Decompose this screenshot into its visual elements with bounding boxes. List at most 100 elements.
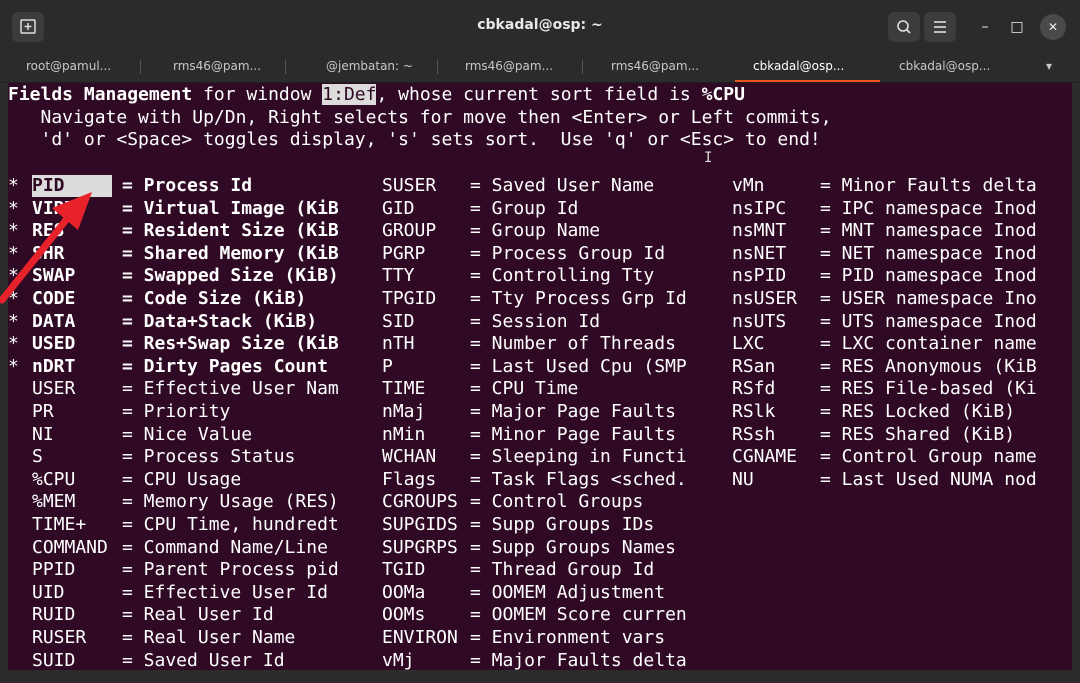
field-name[interactable]: COMMAND [32, 537, 108, 559]
field-name[interactable]: PGRP [382, 243, 425, 265]
close-button[interactable]: ✕ [1040, 14, 1066, 40]
text-cursor-icon: I [704, 150, 713, 166]
tab-4[interactable]: rms46@pam... [465, 52, 565, 82]
field-name[interactable]: RSfd [732, 378, 775, 400]
sort-field: %CPU [701, 84, 745, 105]
field-name[interactable]: TIME+ [32, 514, 86, 536]
field-name[interactable]: SUPGRPS [382, 537, 458, 559]
field-name[interactable]: nsPID [732, 265, 786, 287]
field-name[interactable]: nDRT [32, 356, 75, 378]
field-name[interactable]: LXC [732, 333, 765, 355]
field-name[interactable]: TIME [382, 378, 425, 400]
field-name[interactable]: nMaj [382, 401, 425, 423]
header-line-3: 'd' or <Space> toggles display, 's' sets… [8, 129, 821, 150]
field-name[interactable]: WCHAN [382, 446, 436, 468]
field-name[interactable]: DATA [32, 311, 75, 333]
field-name[interactable]: GID [382, 198, 415, 220]
tab-2[interactable]: rms46@pam... [173, 52, 273, 82]
field-name[interactable]: nTH [382, 333, 415, 355]
field-name[interactable]: RSan [732, 356, 775, 378]
field-description: = RES Locked (KiB) [820, 401, 1016, 422]
field-description: = Supp Groups IDs [470, 514, 655, 535]
field-name[interactable]: SID [382, 311, 415, 333]
tab-separator [582, 60, 583, 74]
field-name[interactable]: PPID [32, 559, 75, 581]
field-description: = Effective User Nam [122, 378, 339, 400]
field-name[interactable]: Flags [382, 469, 436, 491]
field-name[interactable]: SUPGIDS [382, 514, 458, 536]
active-tab-indicator [735, 80, 880, 82]
field-name[interactable]: RUSER [32, 627, 86, 649]
field-name[interactable]: TTY [382, 265, 415, 287]
tab-bar: root@pamul... rms46@pam... @jembatan: ~ … [0, 52, 1080, 83]
field-name[interactable]: NI [32, 424, 54, 446]
field-name[interactable]: USER [32, 378, 75, 400]
field-description: = Res+Swap Size (KiB [122, 333, 339, 355]
field-name[interactable]: RSsh [732, 424, 775, 446]
field-name[interactable]: TPGID [382, 288, 436, 310]
field-name[interactable]: CGROUPS [382, 491, 458, 513]
field-name[interactable]: S [32, 446, 43, 468]
field-enabled-mark: * [8, 333, 19, 355]
field-name[interactable]: USED [32, 333, 75, 355]
field-description: = Parent Process pid [122, 559, 339, 581]
field-name[interactable]: UID [32, 582, 65, 604]
tab-dropdown-icon[interactable]: ▾ [1046, 52, 1066, 82]
window-bottom-edge [0, 670, 1080, 683]
header-text: for window [192, 84, 323, 105]
field-description: = Group Id [470, 197, 579, 219]
field-description: = Dirty Pages Count [122, 355, 328, 377]
field-name[interactable]: nsMNT [732, 220, 786, 242]
field-name[interactable]: nsUSER [732, 288, 797, 310]
field-description: = Nice Value [122, 423, 253, 445]
tab-1[interactable]: root@pamul... [26, 52, 126, 82]
field-description: = Effective User Id [122, 581, 328, 603]
field-name[interactable]: OOMa [382, 582, 425, 604]
tab-separator [140, 60, 141, 74]
menu-button[interactable] [924, 12, 956, 42]
terminal-view[interactable]: Fields Management for window 1:Def, whos… [8, 83, 1072, 670]
field-description: = Control Group name [820, 446, 1037, 468]
field-name[interactable]: vMn [732, 175, 765, 197]
field-name[interactable]: CGNAME [732, 446, 797, 468]
field-description: = Saved User Name [470, 175, 655, 196]
field-name[interactable]: nsUTS [732, 311, 786, 333]
field-name[interactable]: nsNET [732, 243, 786, 265]
field-name[interactable]: vMj [382, 650, 415, 670]
field-name[interactable]: nMin [382, 424, 425, 446]
header-line-1: Fields Management for window 1:Def, whos… [8, 84, 745, 106]
search-icon [897, 20, 911, 34]
field-name[interactable]: TGID [382, 559, 425, 581]
field-name[interactable]: %CPU [32, 469, 75, 491]
field-name[interactable]: ENVIRON [382, 627, 458, 649]
tab-6-active[interactable]: cbkadal@osp... [753, 52, 853, 82]
tab-separator [285, 60, 286, 74]
tab-3[interactable]: @jembatan: ~ [326, 52, 426, 82]
maximize-button[interactable]: □ [1004, 14, 1030, 40]
field-name[interactable]: PR [32, 401, 54, 423]
field-name[interactable]: GROUP [382, 220, 436, 242]
field-description: = MNT namespace Inod [820, 220, 1037, 242]
field-description: = PID namespace Inod [820, 265, 1037, 287]
scrollbar[interactable] [1066, 83, 1072, 670]
field-description: = LXC container name [820, 333, 1037, 355]
field-name[interactable]: P [382, 356, 393, 378]
title-bar: cbkadal@osp: ~ – □ ✕ [0, 0, 1080, 52]
field-name[interactable]: SUSER [382, 175, 436, 197]
field-description: = CPU Time [470, 378, 579, 400]
field-name[interactable]: NU [732, 469, 754, 491]
field-description: = CPU Usage [122, 468, 242, 490]
field-name[interactable]: SUID [32, 650, 75, 670]
field-name[interactable]: RUID [32, 604, 75, 626]
field-description: = Resident Size (KiB [122, 220, 339, 242]
field-description: = Sleeping in Functi [470, 446, 687, 468]
tab-5[interactable]: rms46@pam... [611, 52, 711, 82]
field-name[interactable]: OOMs [382, 604, 425, 626]
field-name[interactable]: %MEM [32, 491, 75, 513]
field-name[interactable]: nsIPC [732, 198, 786, 220]
search-button[interactable] [888, 12, 920, 42]
tab-7[interactable]: cbkadal@osp... [899, 52, 999, 82]
field-name[interactable]: RSlk [732, 401, 775, 423]
minimize-button[interactable]: – [972, 14, 998, 40]
red-arrow-annotation [0, 192, 92, 304]
